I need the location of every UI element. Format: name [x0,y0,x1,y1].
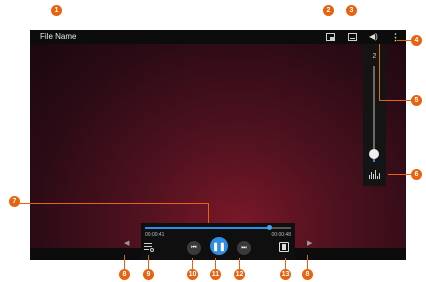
popup-play-icon[interactable] [326,33,335,41]
figure: File Name ◀) ⋮ 2 ◀ ▶ 00:00:41 00:00:48 ⏮… [0,0,426,282]
rewind-icon[interactable]: ⏮ [187,241,201,255]
volume-level: 2 [372,53,377,60]
progress-bar[interactable] [145,225,291,230]
callout-line-6 [388,174,413,175]
callout-13: 13 [280,269,291,280]
volume-slider[interactable] [373,66,375,162]
callout-2: 2 [323,5,334,16]
total-time: 00:00:48 [271,232,291,238]
playlist-icon[interactable] [144,243,154,252]
previous-file-arrow-icon[interactable]: ◀ [124,239,129,247]
next-file-arrow-icon[interactable]: ▶ [307,239,312,247]
callout-1: 1 [51,5,62,16]
callout-line-5 [379,100,413,101]
progress-fill [145,227,270,229]
video-player-screen: File Name ◀) ⋮ 2 ◀ ▶ 00:00:41 00:00:48 ⏮… [30,30,406,260]
more-options-icon[interactable]: ⋮ [391,32,400,43]
callout-connector-8r [307,255,308,269]
callout-8-right: 8 [302,269,313,280]
callout-line-5-v [379,44,380,101]
volume-icon[interactable]: ◀) [369,32,378,41]
callout-line-7-h [16,203,209,204]
callout-4: 4 [411,35,422,46]
callout-6: 6 [411,169,422,180]
callout-10: 10 [187,269,198,280]
fast-forward-icon[interactable]: ⏭ [237,241,251,255]
callout-5: 5 [411,95,422,106]
callout-connector-12 [239,258,240,269]
file-name-label: File Name [40,32,77,41]
callout-line-7 [208,204,209,223]
progress-thumb[interactable] [267,225,273,230]
current-time: 00:00:41 [145,232,165,238]
callout-connector-9 [148,255,149,269]
callout-connector-11 [215,258,216,269]
pause-icon[interactable]: ❚❚ [210,237,228,255]
callout-12: 12 [234,269,245,280]
subtitles-icon[interactable] [348,33,357,41]
top-bar: File Name ◀) ⋮ [30,30,406,44]
playback-controller: 00:00:41 00:00:48 ⏮ ❚❚ ⏭ [141,223,295,260]
callout-connector-13 [285,258,286,269]
volume-thumb[interactable] [369,149,379,160]
callout-8-left: 8 [119,269,130,280]
callout-11: 11 [210,269,221,280]
callout-connector-8l [124,255,125,269]
callout-9: 9 [143,269,154,280]
callout-connector-10 [192,258,193,269]
callout-3: 3 [346,5,357,16]
screen-size-icon[interactable] [279,242,289,252]
volume-panel: 2 [363,44,386,186]
equalizer-icon[interactable] [369,170,380,179]
callout-7: 7 [9,196,20,207]
